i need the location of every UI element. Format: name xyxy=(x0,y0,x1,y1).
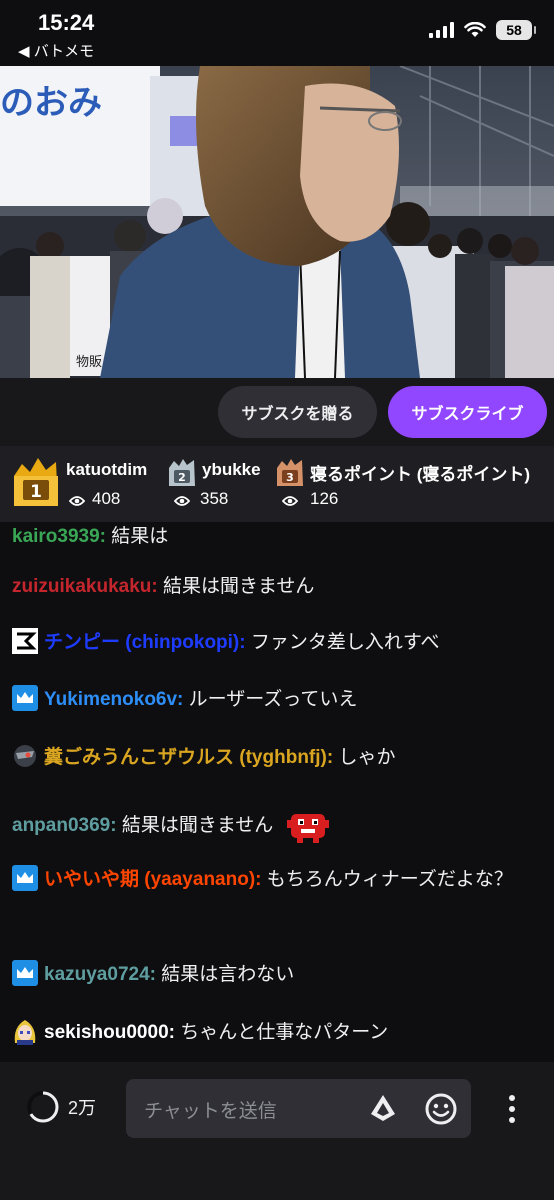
subscribe-row: サブスクを贈る サブスクライブ xyxy=(0,378,554,446)
svg-text:1: 1 xyxy=(30,482,42,502)
chat-input-placeholder: チャットを送信 xyxy=(144,1101,277,1122)
crown-badge-icon xyxy=(12,684,38,711)
chat-message: zuizuikakukaku: 結果は聞きません xyxy=(12,572,542,601)
chat-text: もちろんウィナーズだよな？ xyxy=(261,869,513,890)
leaderboard-count: 408 xyxy=(92,489,121,508)
chat-username[interactable]: kazuya0724: xyxy=(44,964,156,985)
gift-subscription-button[interactable]: サブスクを贈る xyxy=(218,386,377,438)
leaderboard[interactable]: 1 katuotdim 408 2 ybukke 358 3 寝るポイント (寝… xyxy=(0,446,554,522)
chat-username[interactable]: チンピー (chinpokopi): xyxy=(44,632,246,653)
eye-icon xyxy=(69,496,85,506)
chat-text: ファンタ差し入れすべ xyxy=(245,632,440,653)
channel-logo-badge-icon xyxy=(12,627,38,654)
wifi-icon xyxy=(464,22,486,37)
chat-text: 結果は xyxy=(106,526,169,547)
video-player[interactable]: のおみ 物販 xyxy=(0,66,554,378)
chat-message: Yukimenoko6v: ルーザーズっていえ xyxy=(12,684,542,714)
chat-message: 糞ごみうんこザウルス (tyghbnfj): しゃか xyxy=(12,743,542,772)
chat-username[interactable]: zuizuikakukaku: xyxy=(12,576,158,597)
leaderboard-username: ybukke xyxy=(202,460,261,479)
more-options-icon[interactable] xyxy=(502,1094,522,1124)
leaderboard-entry[interactable]: 1 katuotdim 408 xyxy=(12,456,162,516)
chat-message: kairo3939: 結果は xyxy=(12,522,542,551)
chat-username[interactable]: sekishou0000: xyxy=(44,1022,175,1043)
svg-text:3: 3 xyxy=(286,471,294,484)
chat-list[interactable]: kairo3939: 結果は zuizuikakukaku: 結果は聞きません … xyxy=(0,522,554,1062)
bits-icon[interactable] xyxy=(368,1093,398,1123)
crown-badge-icon xyxy=(12,864,38,891)
bottom-bar: 2万 チャットを送信 xyxy=(0,1062,554,1200)
chat-message: チンピー (chinpokopi): ファンタ差し入れすべ xyxy=(12,627,542,657)
chat-text: しゃか xyxy=(333,747,396,768)
chat-username[interactable]: Yukimenoko6v: xyxy=(44,689,183,710)
chat-text: ちゃんと仕事なパターン xyxy=(174,1022,389,1043)
avatar-badge-icon xyxy=(14,744,36,767)
leaderboard-entry[interactable]: 3 寝るポイント (寝るポイント) 126 xyxy=(276,456,546,516)
gold-rank-badge-icon: 1 xyxy=(14,458,58,506)
chat-username[interactable]: kairo3939: xyxy=(12,526,106,547)
leaderboard-username: katuotdim xyxy=(66,460,148,479)
chat-username[interactable]: 糞ごみうんこザウルス (tyghbnfj): xyxy=(44,747,333,768)
chat-text: ルーザーズっていえ xyxy=(183,689,358,710)
viewer-ring-icon xyxy=(27,1091,59,1123)
leaderboard-count: 126 xyxy=(310,489,339,508)
leaderboard-entry[interactable]: 2 ybukke 358 xyxy=(168,456,274,516)
eye-icon xyxy=(282,496,298,506)
status-bar: 15:24 ◀ バトメモ 58 xyxy=(0,0,554,66)
back-to-app-link[interactable]: ◀ バトメモ xyxy=(18,40,94,61)
chat-username[interactable]: anpan0369: xyxy=(12,815,117,836)
chat-message: anpan0369: 結果は聞きません xyxy=(12,808,542,844)
chat-message: kazuya0724: 結果は言わない xyxy=(12,959,542,989)
viewer-count-button[interactable]: 2万 xyxy=(26,1090,96,1124)
leaderboard-username: 寝るポイント (寝るポイント) xyxy=(310,465,531,484)
chat-input[interactable]: チャットを送信 xyxy=(126,1079,471,1138)
silver-rank-badge-icon: 2 xyxy=(169,459,195,486)
chat-text: 結果は聞きません xyxy=(157,576,315,597)
chat-message: いやいや期 (yaayanano): もちろんウィナーズだよな？ xyxy=(12,864,542,894)
bronze-rank-badge-icon: 3 xyxy=(277,459,303,486)
svg-text:物販: 物販 xyxy=(76,355,102,370)
svg-text:2: 2 xyxy=(178,471,186,484)
status-icons: 58 xyxy=(429,20,536,40)
chat-message: sekishou0000: ちゃんと仕事なパターン xyxy=(12,1018,542,1047)
cellular-signal-icon xyxy=(429,22,454,38)
video-frame: のおみ 物販 xyxy=(0,66,554,378)
chat-text: 結果は言わない xyxy=(155,964,295,985)
leaderboard-count: 358 xyxy=(200,489,229,508)
battery-indicator: 58 xyxy=(496,20,536,40)
booth-sign-text: のおみ xyxy=(0,83,102,123)
clock: 15:24 xyxy=(38,10,95,35)
chat-text: 結果は聞きません xyxy=(116,815,274,837)
subscribe-button[interactable]: サブスクライブ xyxy=(388,386,547,438)
chat-username[interactable]: いやいや期 (yaayanano): xyxy=(44,869,261,890)
eye-icon xyxy=(174,496,190,506)
anime-avatar-badge-icon xyxy=(14,1019,36,1045)
meat-boy-emote-icon xyxy=(286,814,329,843)
viewer-count: 2万 xyxy=(68,1098,97,1118)
crown-badge-icon xyxy=(12,959,38,986)
emote-picker-icon[interactable] xyxy=(424,1092,458,1126)
